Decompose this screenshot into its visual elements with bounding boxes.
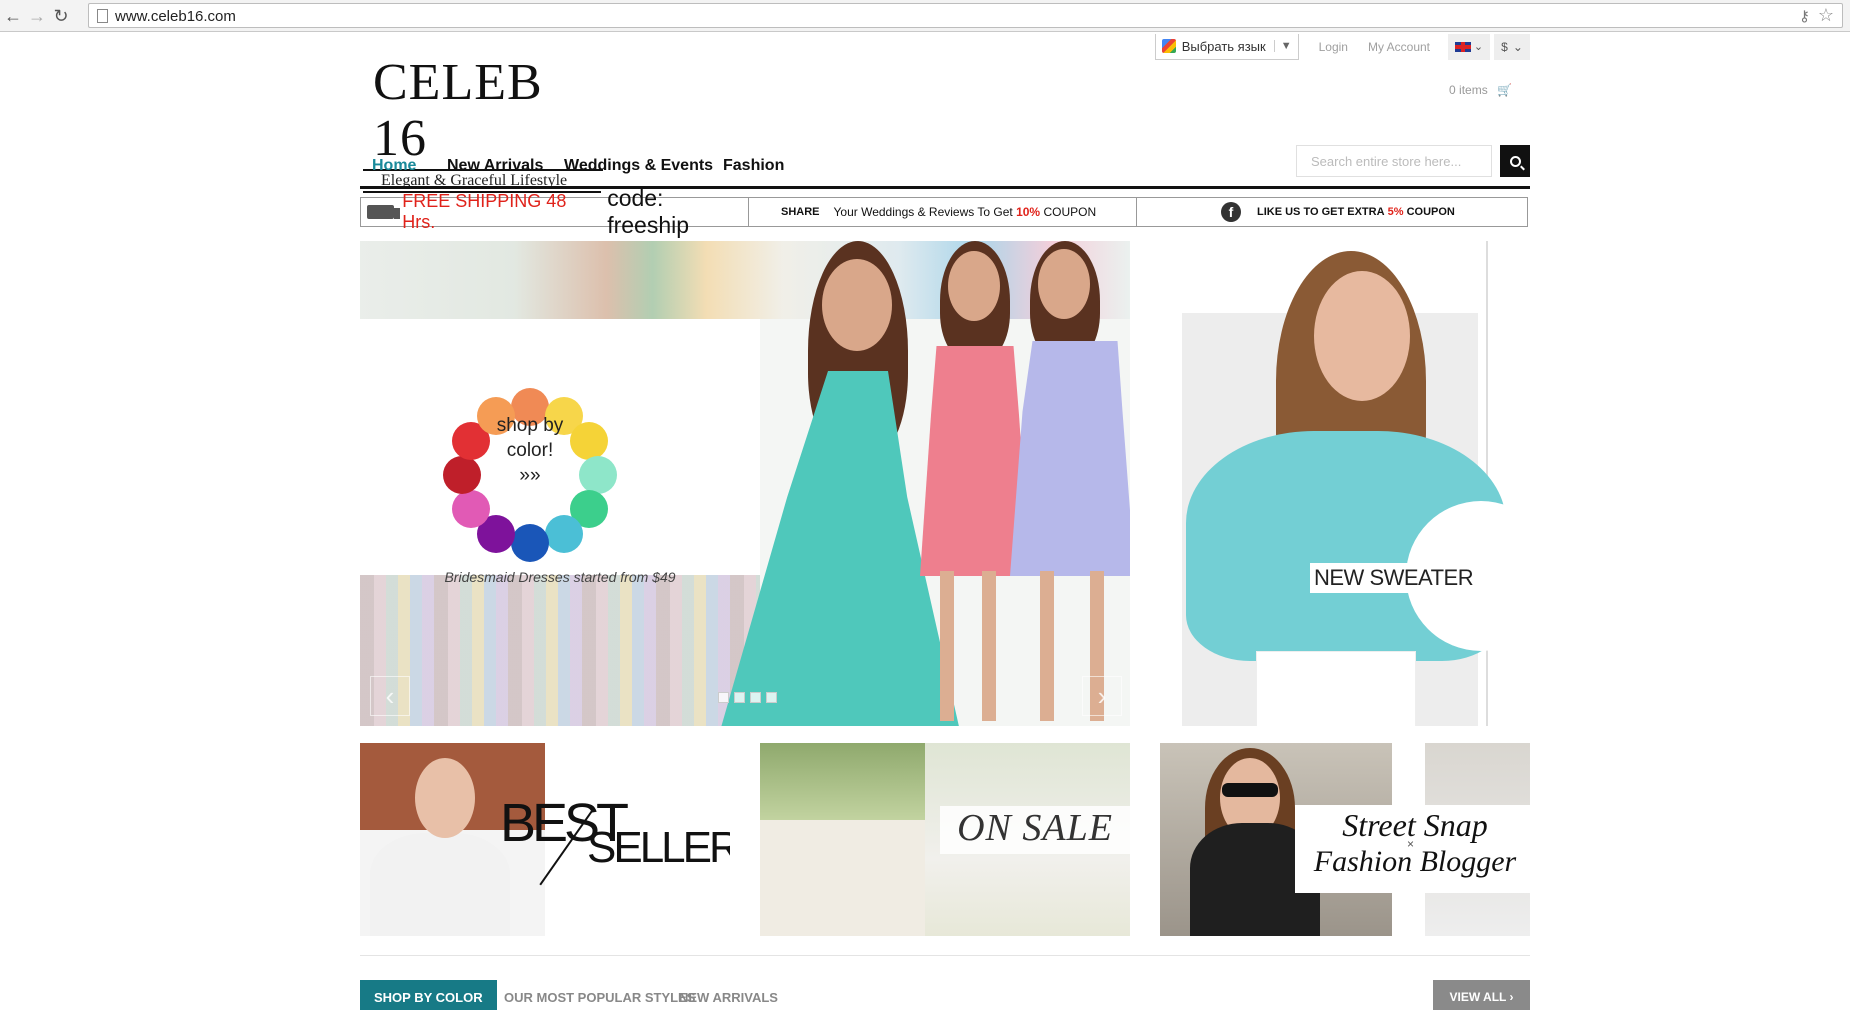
address-bar[interactable]: www.celeb16.com ⚷ ☆ [88, 3, 1843, 28]
slider-dot[interactable] [718, 692, 729, 703]
my-account-link[interactable]: My Account [1368, 40, 1430, 54]
wedding-photo [760, 743, 925, 936]
slider-dot[interactable] [766, 692, 777, 703]
section-divider [360, 955, 1530, 956]
model-face [1038, 249, 1090, 319]
language-label: Выбрать язык [1181, 38, 1266, 54]
truck-icon [367, 205, 401, 219]
uk-flag-icon [1454, 41, 1471, 52]
share-text: Your Weddings & Reviews To Get [833, 205, 1013, 219]
fashion-blogger-label: Fashion Blogger [1313, 845, 1517, 878]
like-percent: 5% [1387, 206, 1404, 218]
sellers-label: SELLERS [587, 823, 730, 872]
lavender-dress-model [1010, 341, 1130, 576]
login-link[interactable]: Login [1319, 40, 1348, 54]
color-swatch[interactable] [511, 524, 549, 562]
language-flag-dropdown[interactable]: ⌄ [1448, 33, 1490, 60]
street-snap-tile[interactable]: Street Snap × Fashion Blogger [1160, 743, 1530, 936]
browser-toolbar: ← → ↻ www.celeb16.com ⚷ ☆ [0, 0, 1850, 32]
best-sellers-tile[interactable]: BEST SELLERS [360, 743, 730, 936]
slider-pager [718, 692, 777, 703]
search-icon [1509, 155, 1521, 167]
new-sweater-banner[interactable]: NEW SWEATER [1146, 241, 1530, 726]
free-shipping-banner[interactable]: FREE SHIPPING 48 Hrs. code: freeship [361, 185, 749, 238]
like-suffix: COUPON [1406, 206, 1455, 218]
wheel-arrows: »» [519, 465, 541, 486]
page-icon [97, 9, 108, 23]
on-sale-tile[interactable]: ON SALE [760, 743, 1130, 936]
back-icon[interactable]: ← [2, 5, 24, 27]
share-label: SHARE [781, 206, 820, 218]
like-text: LIKE US TO GET EXTRA [1257, 206, 1385, 218]
slider-prev-button[interactable]: ‹ [370, 676, 410, 716]
cart-icon: 🛒 [1497, 83, 1512, 97]
chevron-down-icon: ⌄ [1512, 39, 1523, 54]
search-input[interactable]: Search entire store here... [1296, 145, 1492, 177]
currency-label: $ [1501, 39, 1508, 54]
reload-icon[interactable]: ↻ [50, 5, 72, 27]
wheel-text-line2: color! [506, 440, 554, 461]
nav-weddings-events[interactable]: Weddings & Events [564, 157, 713, 175]
slider-dot[interactable] [734, 692, 745, 703]
model-legs [982, 571, 996, 721]
mini-cart[interactable]: 0 items 🛒 [1449, 83, 1512, 97]
color-swatch[interactable] [443, 456, 481, 494]
chevron-down-icon: ⌄ [1473, 41, 1484, 53]
cart-count: 0 items [1449, 83, 1488, 97]
model-face [1314, 271, 1410, 401]
shipping-code: code: freeship [607, 185, 690, 238]
model-legs [1040, 571, 1054, 721]
nav-new-arrivals[interactable]: New Arrivals [447, 157, 543, 175]
new-sweater-label: NEW SWEATER [1310, 563, 1478, 593]
shop-by-color-panel[interactable]: shop by color! »» Bridesmaid Dresses sta… [360, 319, 760, 585]
white-shirt-image [370, 833, 510, 936]
nav-home[interactable]: Home [372, 157, 416, 175]
product-tabs: SHOP BY COLOR OUR MOST POPULAR STYLES NE… [360, 980, 1530, 1010]
free-shipping-text: FREE SHIPPING 48 Hrs. [402, 191, 567, 232]
facebook-like-banner[interactable]: f LIKE US TO GET EXTRA 5% COUPON [1137, 202, 1527, 222]
bridesmaid-caption: Bridesmaid Dresses started from $49 [444, 569, 676, 585]
dropdown-arrow-icon[interactable]: ▼ [1273, 40, 1292, 52]
model-face [415, 758, 475, 838]
language-selector[interactable]: Выбрать язык ▼ [1154, 33, 1299, 60]
shop-by-color-text: shop by color! »» [482, 413, 578, 488]
share-percent: 10% [1016, 205, 1041, 219]
on-sale-label: ON SALE [940, 806, 1130, 854]
bookmark-star-icon[interactable]: ☆ [1818, 5, 1834, 26]
key-icon[interactable]: ⚷ [1799, 7, 1810, 25]
slider-next-button[interactable]: › [1082, 676, 1122, 716]
tab-shop-by-color[interactable]: SHOP BY COLOR [360, 980, 497, 1010]
share-suffix: COUPON [1043, 205, 1097, 219]
currency-dropdown[interactable]: $ ⌄ [1494, 33, 1530, 60]
street-snap-label: Street Snap [1342, 807, 1488, 843]
model-face [948, 251, 1000, 321]
search-button[interactable] [1500, 145, 1530, 177]
color-swatch[interactable] [452, 490, 491, 528]
page: Выбрать язык ▼ Login My Account ⌄ $ ⌄ CE… [0, 33, 1850, 1010]
color-swatch[interactable] [545, 514, 583, 553]
address-text[interactable]: www.celeb16.com [115, 8, 236, 25]
tab-new-arrivals[interactable]: NEW ARRIVALS [665, 980, 792, 1010]
nav-fashion[interactable]: Fashion [723, 157, 784, 175]
model-skirt [1256, 651, 1416, 726]
slide-background-top [360, 241, 1130, 319]
facebook-icon: f [1221, 202, 1241, 222]
sunglasses [1222, 783, 1278, 797]
model-face [822, 259, 892, 351]
slider-dot[interactable] [750, 692, 761, 703]
main-navigation: Home New Arrivals Weddings & Events Fash… [360, 145, 1530, 189]
top-bar: Выбрать язык ▼ Login My Account ⌄ $ ⌄ [1154, 33, 1530, 60]
bridesmaid-dresses-photo [360, 575, 760, 726]
view-all-button[interactable]: VIEW ALL › [1433, 980, 1530, 1010]
model-legs [940, 571, 954, 721]
color-swatch[interactable] [579, 456, 617, 494]
logo-name: CELEB 16 [373, 54, 543, 167]
google-translate-icon [1161, 39, 1176, 53]
share-reviews-banner[interactable]: SHARE Your Weddings & Reviews To Get 10%… [749, 198, 1137, 226]
wheel-text-line1: shop by [496, 415, 564, 436]
promo-strip: FREE SHIPPING 48 Hrs. code: freeship SHA… [360, 185, 1528, 238]
content-wrapper: Выбрать язык ▼ Login My Account ⌄ $ ⌄ CE… [360, 33, 1530, 1010]
forward-icon[interactable]: → [26, 5, 48, 27]
hero-slider[interactable]: shop by color! »» Bridesmaid Dresses sta… [360, 241, 1130, 726]
